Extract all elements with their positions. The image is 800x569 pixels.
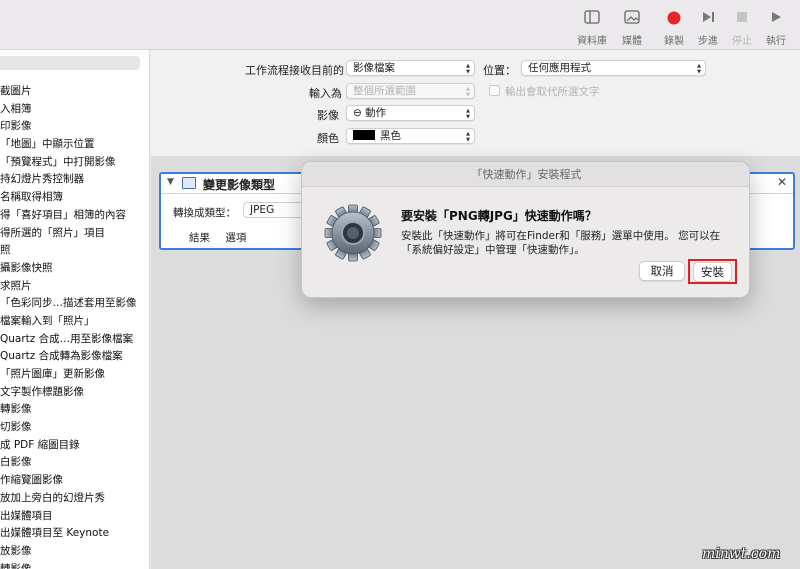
list-item[interactable]: 「預覽程式」中打開影像 [0, 154, 149, 172]
dialog-title: 「快速動作」安裝程式 [302, 162, 749, 187]
list-item[interactable]: 「色彩同步…描述套用至影像 [0, 295, 149, 313]
updown-arrows-icon: ▲ ▼ [466, 63, 470, 75]
sidebar-icon [584, 10, 600, 26]
media-button[interactable]: 媒體 [612, 10, 652, 47]
action-title: 變更影像類型 [203, 178, 276, 192]
updown-arrows-icon: ▲ ▼ [466, 108, 470, 120]
updown-arrows-icon: ▲ ▼ [466, 131, 470, 143]
input-value: 整個所選範圍 [353, 85, 416, 97]
color-popup[interactable]: 黑色 ▲ ▼ [346, 128, 475, 144]
gear-icon [324, 204, 382, 262]
updown-arrows-icon: ▲ ▼ [466, 86, 470, 98]
tab-options[interactable]: 選項 [225, 232, 246, 244]
list-item[interactable]: 成 PDF 縮圖目錄 [0, 437, 149, 455]
list-item[interactable]: 檔案輸入到「照片」 [0, 313, 149, 331]
list-item[interactable]: 作縮覽圖影像 [0, 472, 149, 490]
image-value: ⊖ 動作 [353, 107, 387, 119]
image-label: 影像 [317, 109, 339, 122]
list-item[interactable]: 印影像 [0, 118, 149, 136]
install-button[interactable]: 安裝 [693, 262, 732, 282]
action-list: 截圖片 入相簿 印影像 「地圖」中顯示位置 「預覽程式」中打開影像 持幻燈片秀控制器 名稱取… [0, 83, 149, 569]
list-item[interactable]: 求照片 [0, 278, 149, 296]
list-item[interactable]: 名稱取得相簿 [0, 189, 149, 207]
list-item[interactable]: 轉影像 [0, 401, 149, 419]
receives-value: 影像檔案 [353, 62, 395, 74]
action-tabs: 結果 選項 [189, 230, 258, 245]
color-value: 黑色 [380, 130, 401, 142]
list-item[interactable]: 得「喜好項目」相簿的內容 [0, 207, 149, 225]
tab-results[interactable]: 結果 [189, 232, 210, 244]
step-icon [700, 10, 716, 26]
workflow-settings: 工作流程接收目前的 影像檔案 ▲ ▼ 位置： 任何應用程式 ▲ ▼ 輸入為 整個所選… [151, 50, 800, 156]
stop-icon [734, 10, 750, 26]
dialog-message: 安裝此「快速動作」將可在Finder和「服務」選單中使用。 您可以在「系統偏好設… [401, 230, 721, 256]
run-label: 執行 [766, 36, 786, 47]
disclosure-triangle-icon[interactable]: ▼ [167, 177, 174, 187]
location-value: 任何應用程式 [528, 62, 591, 74]
list-item[interactable]: 放加上旁白的幻燈片秀 [0, 490, 149, 508]
updown-arrows-icon: ▲ ▼ [697, 63, 701, 75]
list-item[interactable]: 出媒體項目 [0, 508, 149, 526]
replace-checkbox[interactable] [489, 85, 500, 96]
list-item[interactable]: 「地圖」中顯示位置 [0, 136, 149, 154]
color-label: 顏色 [317, 132, 339, 145]
list-item[interactable]: 切影像 [0, 419, 149, 437]
preview-app-icon [182, 177, 196, 189]
receives-label: 工作流程接收目前的 [245, 64, 344, 77]
cancel-button[interactable]: 取消 [639, 261, 685, 281]
list-item[interactable]: 得所選的「照片」項目 [0, 225, 149, 243]
toolbar: 資料庫 媒體 錄製 步進 停止 執行 [0, 0, 800, 50]
list-item[interactable]: 「照片圖庫」更新影像 [0, 366, 149, 384]
library-label: 資料庫 [577, 36, 607, 47]
media-label: 媒體 [622, 36, 642, 47]
dialog-heading: 要安裝「PNG轉JPG」快速動作嗎？ [401, 209, 597, 223]
list-item[interactable]: Quartz 合成轉為影像檔案 [0, 348, 149, 366]
input-label: 輸入為 [309, 87, 342, 100]
list-item[interactable]: 截圖片 [0, 83, 149, 101]
action-library-list: 截圖片 入相簿 印影像 「地圖」中顯示位置 「預覽程式」中打開影像 持幻燈片秀控制器 名稱取… [0, 50, 150, 569]
location-label: 位置： [483, 64, 516, 77]
list-item[interactable]: 入相簿 [0, 101, 149, 119]
image-popup[interactable]: ⊖ 動作 ▲ ▼ [346, 105, 475, 121]
list-item[interactable]: 照 [0, 242, 149, 260]
photo-icon [624, 10, 640, 26]
play-icon [768, 10, 784, 26]
list-item[interactable]: 文字製作標題影像 [0, 384, 149, 402]
color-swatch [353, 130, 375, 140]
watermark: minwt.com [702, 546, 781, 562]
run-button[interactable]: 執行 [756, 10, 796, 47]
install-highlight: 安裝 [688, 259, 737, 284]
list-item[interactable]: 攝影像快照 [0, 260, 149, 278]
install-dialog: 「快速動作」安裝程式 要安裝「PNG轉JPG」快速動作嗎？ 安裝此「快速動作」將… [301, 161, 750, 298]
location-popup[interactable]: 任何應用程式 ▲ ▼ [521, 60, 706, 76]
convert-type-value: JPEG [250, 204, 275, 216]
convert-type-label: 轉換成類型： [173, 207, 236, 219]
replace-label: 輸出會取代所選文字 [505, 86, 600, 98]
list-item[interactable]: Quartz 合成…用至影像檔案 [0, 331, 149, 349]
list-item[interactable]: 持幻燈片秀控制器 [0, 171, 149, 189]
record-icon [666, 10, 682, 26]
library-button[interactable]: 資料庫 [572, 10, 612, 47]
search-field[interactable] [0, 56, 140, 70]
close-icon[interactable]: ✕ [777, 175, 787, 189]
list-item[interactable]: 白影像 [0, 454, 149, 472]
list-item[interactable]: 轉影像 [0, 561, 149, 569]
receives-popup[interactable]: 影像檔案 ▲ ▼ [346, 60, 475, 76]
input-popup[interactable]: 整個所選範圍 ▲ ▼ [346, 83, 475, 99]
list-item[interactable]: 放影像 [0, 543, 149, 561]
list-item[interactable]: 出媒體項目至 Keynote [0, 525, 149, 543]
